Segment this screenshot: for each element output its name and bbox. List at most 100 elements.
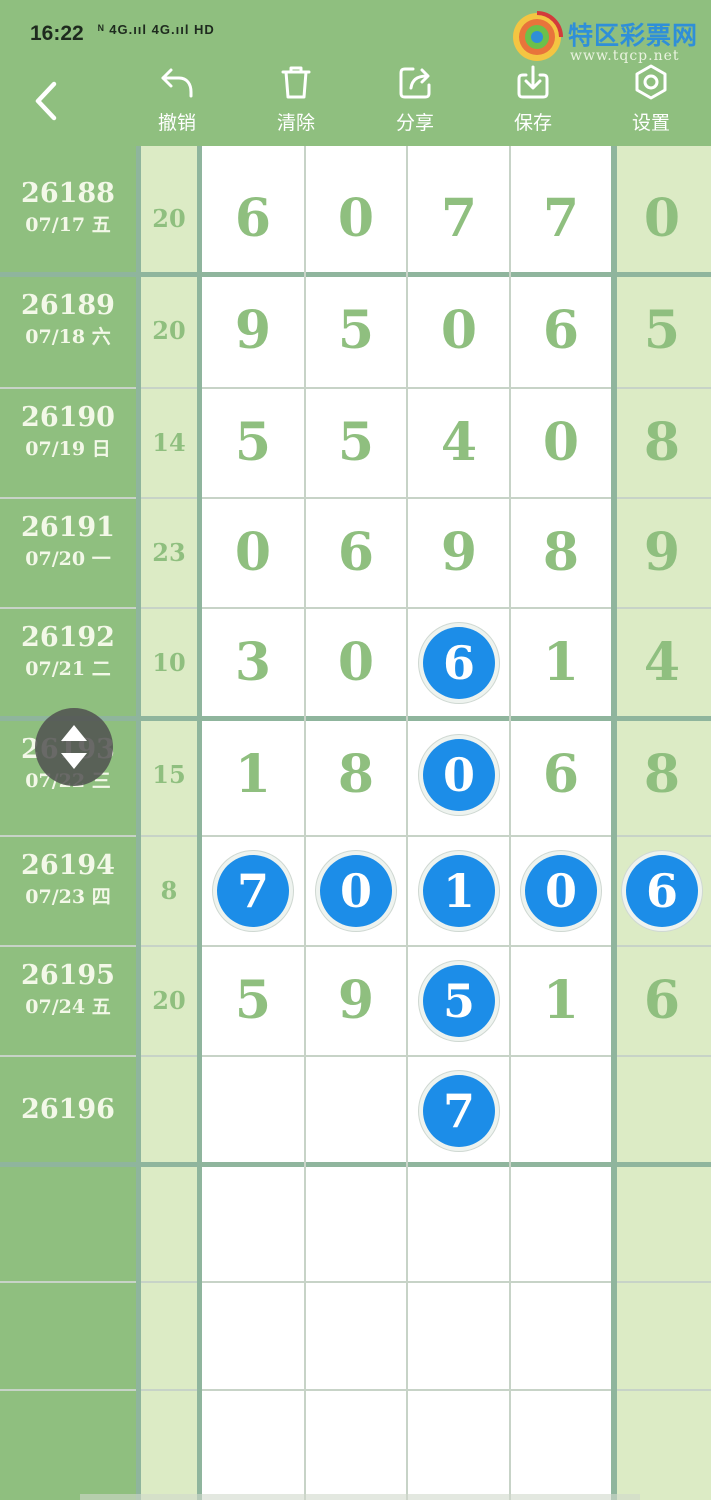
up-down-arrows-icon	[61, 725, 87, 769]
number-cell[interactable]: 8	[612, 720, 711, 830]
selected-number-ball[interactable]: 6	[626, 855, 698, 927]
period-date: 07/21 二	[25, 658, 111, 680]
period-number: 26188	[21, 178, 115, 209]
selected-number-ball[interactable]: 0	[525, 855, 597, 927]
row-divider	[0, 1389, 711, 1391]
number-cell[interactable]: 1	[203, 720, 303, 830]
status-signal-icons: ᴺ 4G.ııl 4G.ııl HD	[98, 22, 215, 37]
number-cell[interactable]: 8	[306, 720, 406, 830]
number-cell[interactable]: 9	[203, 276, 303, 386]
undo-icon	[161, 68, 193, 98]
number-cell[interactable]: 0	[409, 276, 509, 386]
period-cell: 26188 07/17 五	[0, 164, 136, 274]
selected-number-ball[interactable]: 0	[423, 739, 495, 811]
selected-number-ball[interactable]: 0	[320, 855, 392, 927]
number-cell[interactable]: 6	[511, 720, 611, 830]
trash-icon	[281, 66, 311, 99]
selected-number-ball[interactable]: 1	[423, 855, 495, 927]
number-cell[interactable]: 8	[612, 388, 711, 498]
clear-label: 清除	[276, 112, 315, 134]
sum-value: 8	[160, 876, 178, 905]
period-date: 07/19 日	[25, 438, 111, 460]
sum-value: 10	[152, 648, 186, 677]
number-cell[interactable]: 0	[306, 608, 406, 718]
number-cell[interactable]: 6	[306, 498, 406, 608]
period-cell: 26190 07/19 日	[0, 388, 136, 498]
site-logo: 特区彩票网 www.tqcp.net	[510, 10, 710, 70]
number-cell[interactable]: 0	[306, 164, 406, 274]
period-date: 07/17 五	[25, 214, 111, 236]
selected-number-ball[interactable]: 5	[423, 965, 495, 1037]
number-cell[interactable]: 3	[203, 608, 303, 718]
share-label: 分享	[395, 112, 434, 134]
selected-number-ball[interactable]: 6	[423, 627, 495, 699]
home-indicator	[80, 1494, 640, 1500]
period-number: 26189	[21, 290, 115, 321]
sum-value: 20	[152, 986, 186, 1015]
trend-chart-grid: 26188 07/17 五 20 6 0 7 7 0 26189 07/18 六 20 9 5 0 6 5 26…	[0, 146, 711, 1500]
number-cell[interactable]: 8	[511, 498, 611, 608]
save-label: 保存	[513, 112, 552, 134]
number-cell[interactable]: 4	[409, 388, 509, 498]
number-cell[interactable]: 5	[203, 946, 303, 1056]
number-cell[interactable]: 7	[511, 164, 611, 274]
period-cell: 26195 07/24 五	[0, 946, 136, 1056]
number-cell[interactable]: 5	[203, 388, 303, 498]
share-button[interactable]: 分享	[370, 62, 460, 138]
period-number: 26191	[21, 512, 115, 543]
chevron-left-icon	[35, 81, 57, 121]
settings-label: 设置	[631, 112, 670, 134]
sum-value: 14	[152, 428, 186, 457]
period-number: 26195	[21, 960, 115, 991]
selected-number-ball[interactable]: 7	[217, 855, 289, 927]
status-time: 16:22	[30, 22, 84, 45]
period-cell: 26196	[0, 1056, 136, 1166]
number-cell[interactable]: 7	[409, 164, 509, 274]
period-cell: 26194 07/23 四	[0, 836, 136, 946]
number-cell[interactable]: 5	[306, 276, 406, 386]
sum-value: 23	[152, 538, 186, 567]
scroll-toggle-button[interactable]	[35, 708, 113, 786]
number-cell[interactable]: 6	[612, 946, 711, 1056]
period-date: 07/20 一	[25, 548, 111, 570]
column-divider	[197, 146, 202, 1500]
number-cell[interactable]: 6	[203, 164, 303, 274]
number-cell[interactable]: 9	[612, 498, 711, 608]
back-button[interactable]	[22, 76, 72, 126]
logo-name: 特区彩票网	[568, 21, 699, 50]
settings-button[interactable]: 设置	[606, 62, 696, 138]
number-cell[interactable]: 1	[511, 946, 611, 1056]
selected-number-ball[interactable]: 7	[423, 1075, 495, 1147]
gear-icon	[635, 64, 667, 100]
number-cell[interactable]: 9	[306, 946, 406, 1056]
undo-button[interactable]: 撤销	[132, 62, 222, 138]
number-cell[interactable]: 4	[612, 608, 711, 718]
period-date: 07/18 六	[25, 326, 111, 348]
period-date: 07/24 五	[25, 996, 111, 1018]
top-toolbar: 16:22 ᴺ 4G.ııl 4G.ııl HD 特区彩票网 www.tqcp.…	[0, 0, 711, 146]
number-cell[interactable]: 5	[306, 388, 406, 498]
number-cell[interactable]: 1	[511, 608, 611, 718]
download-icon	[517, 65, 549, 99]
save-button[interactable]: 保存	[488, 62, 578, 138]
sum-value	[141, 1056, 197, 1166]
number-cell[interactable]: 9	[409, 498, 509, 608]
number-cell[interactable]: 0	[203, 498, 303, 608]
number-cell[interactable]: 0	[511, 388, 611, 498]
period-date: 07/23 四	[25, 886, 111, 908]
period-cell: 26192 07/21 二	[0, 608, 136, 718]
sum-value: 20	[152, 204, 186, 233]
column-divider	[406, 146, 408, 1500]
undo-label: 撤销	[157, 112, 196, 134]
number-cell[interactable]: 6	[511, 276, 611, 386]
clear-button[interactable]: 清除	[251, 62, 341, 138]
sum-value: 20	[152, 316, 186, 345]
period-number: 26194	[21, 850, 115, 881]
period-number: 26196	[21, 1094, 115, 1125]
number-cell[interactable]: 0	[612, 164, 711, 274]
period-number: 26192	[21, 622, 115, 653]
period-cell: 26189 07/18 六	[0, 276, 136, 386]
period-number: 26190	[21, 402, 115, 433]
number-cell[interactable]: 5	[612, 276, 711, 386]
period-cell: 26191 07/20 一	[0, 498, 136, 608]
